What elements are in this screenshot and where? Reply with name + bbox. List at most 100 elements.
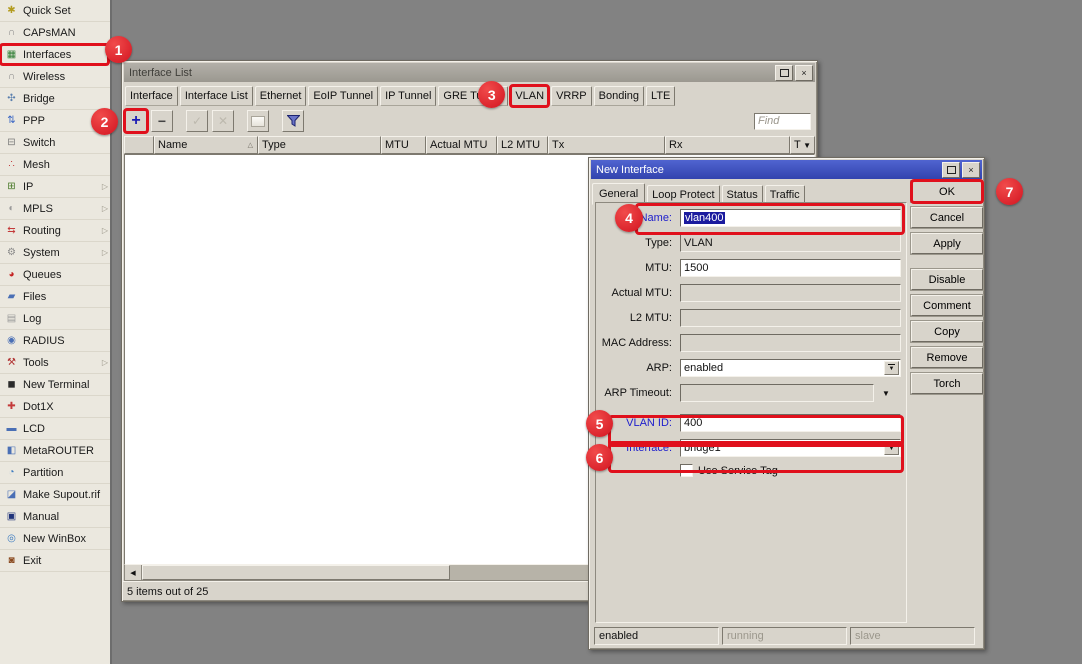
column-name[interactable]: Name △ (154, 136, 258, 154)
filter-button[interactable] (282, 110, 304, 132)
column-mtu[interactable]: MTU (381, 136, 426, 154)
tab-lte[interactable]: LTE (646, 86, 675, 106)
close-button[interactable]: × (795, 65, 813, 81)
tab-ethernet[interactable]: Ethernet (255, 86, 307, 106)
interface-field[interactable]: bridge1 ▼ (680, 439, 901, 457)
tab-vrrp[interactable]: VRRP (551, 86, 592, 106)
sidebar-item-log[interactable]: ▤ Log (0, 308, 110, 330)
sidebar-item-make-supout[interactable]: ◪ Make Supout.rif (0, 484, 110, 506)
dialog-close-button[interactable]: × (962, 162, 980, 178)
scrollbar-thumb[interactable] (142, 565, 450, 580)
sidebar-item-files[interactable]: ▰ Files (0, 286, 110, 308)
dialog-titlebar[interactable]: New Interface × (591, 160, 982, 179)
field-label: L2 MTU: (596, 312, 672, 324)
cancel-button[interactable]: Cancel (911, 207, 983, 228)
enable-button[interactable]: ✓ (186, 110, 208, 132)
sidebar-item-capsman[interactable]: ∩ CAPsMAN (0, 22, 110, 44)
column-t[interactable]: T ▼ (790, 136, 815, 154)
scroll-left-arrow-icon[interactable]: ◀ (125, 565, 142, 580)
sidebar: ✱ Quick Set ∩ CAPsMAN ▦ Interfaces 1 (0, 0, 112, 664)
actual-mtu-field[interactable] (680, 284, 901, 302)
tab-ip-tunnel[interactable]: IP Tunnel (380, 86, 436, 106)
button-label: Torch (934, 378, 961, 390)
submenu-arrow-icon: ▷ (102, 182, 108, 191)
apply-button[interactable]: Apply (911, 233, 983, 254)
sidebar-item-quick-set[interactable]: ✱ Quick Set (0, 0, 110, 22)
sidebar-item-mesh[interactable]: ∴ Mesh (0, 154, 110, 176)
interface-list-header: Name △ Type MTU Actual MTU (122, 136, 817, 154)
dialog-buttons: OK 7 Cancel Apply Disable (911, 181, 983, 399)
sidebar-item-manual[interactable]: ▣ Manual (0, 506, 110, 528)
sidebar-item-metarouter[interactable]: ◧ MetaROUTER (0, 440, 110, 462)
sidebar-item-tools[interactable]: ⚒ Tools ▷ (0, 352, 110, 374)
torch-button[interactable]: Torch (911, 373, 983, 394)
add-button[interactable]: + 2 (125, 110, 147, 132)
use-service-tag-label[interactable]: Use Service Tag (698, 465, 778, 477)
sidebar-item-new-winbox[interactable]: ◎ New WinBox (0, 528, 110, 550)
sidebar-item-bridge[interactable]: ✣ Bridge (0, 88, 110, 110)
l2-mtu-field[interactable] (680, 309, 901, 327)
sidebar-item-label: Interfaces (23, 49, 71, 61)
tab-gre-tunnel[interactable]: GRE Tunnel (438, 86, 508, 106)
tab-eoip-tunnel[interactable]: EoIP Tunnel (308, 86, 378, 106)
column-tx[interactable]: Tx (548, 136, 665, 154)
dropdown-arrow-icon[interactable]: ▼ (882, 389, 890, 398)
column-l2-mtu[interactable]: L2 MTU (497, 136, 548, 154)
comment-button[interactable]: Comment (911, 295, 983, 316)
maximize-button[interactable] (775, 65, 793, 81)
find-input[interactable] (754, 113, 811, 130)
metarouter-icon: ◧ (4, 446, 19, 456)
field-value: 1500 (684, 262, 708, 274)
sidebar-item-ppp[interactable]: ⇅ PPP (0, 110, 110, 132)
column-type[interactable]: Type (258, 136, 381, 154)
tab-vlan[interactable]: VLAN 3 (510, 86, 549, 106)
status-cell: enabled (594, 627, 719, 645)
sidebar-item-queues[interactable]: ◕ Queues (0, 264, 110, 286)
comment-button[interactable] (247, 110, 269, 132)
use-service-tag-checkbox[interactable] (680, 464, 693, 477)
column-rx[interactable]: Rx (665, 136, 790, 154)
tab-interface[interactable]: Interface (125, 86, 178, 106)
tab-interface-list[interactable]: Interface List (180, 86, 253, 106)
desktop: ✱ Quick Set ∩ CAPsMAN ▦ Interfaces 1 (0, 0, 1082, 664)
sidebar-item-radius[interactable]: ◉ RADIUS (0, 330, 110, 352)
disable-button[interactable]: Disable (911, 269, 983, 290)
mac-address-field[interactable] (680, 334, 901, 352)
column-actual-mtu[interactable]: Actual MTU (426, 136, 497, 154)
sidebar-item-ip[interactable]: ⊞ IP ▷ (0, 176, 110, 198)
submenu-arrow-icon: ▷ (102, 358, 108, 367)
dropdown-button[interactable]: ▼ (884, 361, 899, 375)
tab-label: Traffic (770, 189, 800, 201)
sidebar-item-switch[interactable]: ⊟ Switch (0, 132, 110, 154)
field-label: Actual MTU: (596, 287, 672, 299)
dropdown-button[interactable]: ▼ (884, 441, 899, 455)
arp-timeout-field[interactable] (680, 384, 874, 402)
tab-bonding[interactable]: Bonding (594, 86, 644, 106)
column-select[interactable] (124, 136, 154, 154)
partition-icon: ◔ (4, 468, 19, 478)
sidebar-item-wireless[interactable]: ∩ Wireless (0, 66, 110, 88)
disable-button[interactable]: ✕ (212, 110, 234, 132)
ok-button[interactable]: OK 7 (911, 181, 983, 202)
sidebar-item-new-terminal[interactable]: ◼ New Terminal (0, 374, 110, 396)
sidebar-item-partition[interactable]: ◔ Partition (0, 462, 110, 484)
sidebar-item-exit[interactable]: ◙ Exit (0, 550, 110, 572)
remove-button[interactable]: Remove (911, 347, 983, 368)
sidebar-item-label: Make Supout.rif (23, 489, 100, 501)
copy-button[interactable]: Copy (911, 321, 983, 342)
arp-field[interactable]: enabled ▼ (680, 359, 901, 377)
sidebar-item-routing[interactable]: ⇆ Routing ▷ (0, 220, 110, 242)
mtu-field[interactable]: 1500 (680, 259, 901, 277)
vlan-id-field[interactable]: 400 (680, 414, 901, 432)
sidebar-item-interfaces[interactable]: ▦ Interfaces 1 (0, 44, 110, 66)
column-filter-dropdown-icon[interactable]: ▼ (803, 141, 811, 150)
interface-list-titlebar[interactable]: Interface List × (124, 63, 815, 82)
sidebar-item-system[interactable]: ⚙ System ▷ (0, 242, 110, 264)
remove-button[interactable]: − (151, 110, 173, 132)
name-field[interactable]: vlan400 (680, 209, 901, 227)
sidebar-item-mpls[interactable]: ◐ MPLS ▷ (0, 198, 110, 220)
sidebar-item-dot1x[interactable]: ✚ Dot1X (0, 396, 110, 418)
sidebar-item-lcd[interactable]: ▬ LCD (0, 418, 110, 440)
type-field[interactable]: VLAN (680, 234, 901, 252)
dialog-maximize-button[interactable] (942, 162, 960, 178)
